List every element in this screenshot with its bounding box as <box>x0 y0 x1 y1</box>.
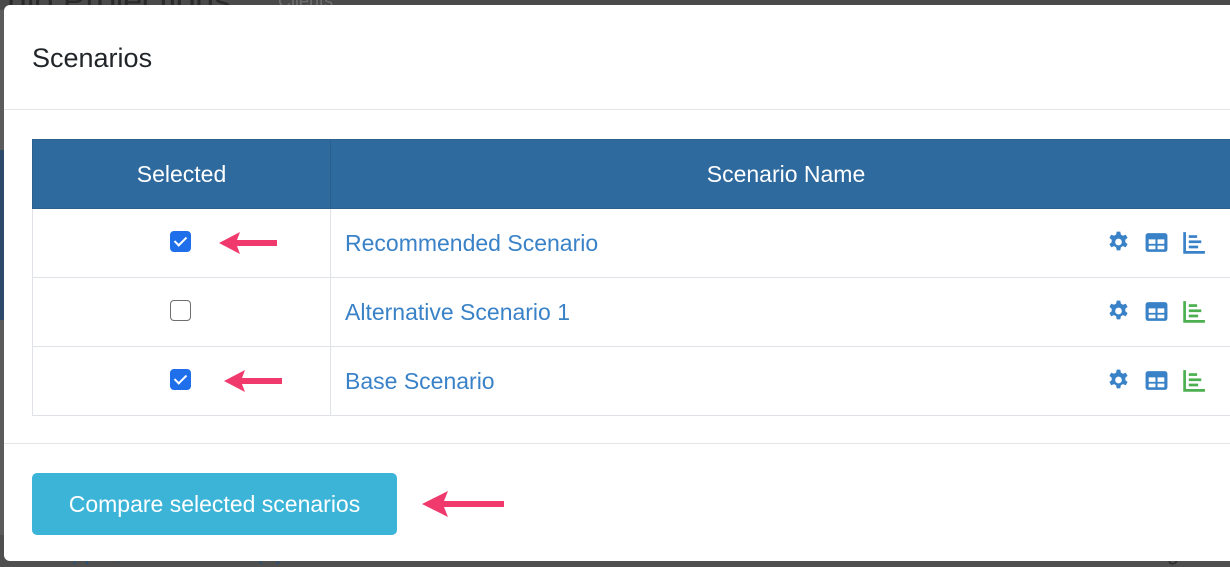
table-icon[interactable] <box>1144 230 1169 255</box>
table-row: Recommended Scenario <box>32 208 1230 278</box>
table-icon[interactable] <box>1144 299 1169 324</box>
annotation-arrow-icon <box>422 491 504 517</box>
gear-icon[interactable] <box>1106 368 1131 393</box>
row-actions <box>1106 230 1207 256</box>
compare-selected-scenarios-button[interactable]: Compare selected scenarios <box>32 473 397 535</box>
scenario-name-cell: Recommended Scenario <box>330 208 1230 278</box>
scenario-name-cell: Alternative Scenario 1 <box>330 277 1230 347</box>
table-icon[interactable] <box>1144 368 1169 393</box>
scenario-name-link[interactable]: Recommended Scenario <box>345 230 598 257</box>
scenario-name-link[interactable]: Base Scenario <box>345 368 495 395</box>
scenario-select-checkbox[interactable] <box>170 369 191 390</box>
modal-header: Scenarios <box>4 5 1230 110</box>
table-row: Alternative Scenario 1 <box>32 277 1230 347</box>
scenario-select-checkbox[interactable] <box>170 300 191 321</box>
scenarios-table-container: Selected Scenario Name Recommended Scena… <box>32 139 1230 416</box>
chart-icon[interactable] <box>1182 230 1207 255</box>
header-scenario-name: Scenario Name <box>330 139 1230 209</box>
table-row: Base Scenario <box>32 346 1230 416</box>
row-actions <box>1106 299 1207 325</box>
modal-footer: Compare selected scenarios <box>4 443 1230 562</box>
row-actions <box>1106 368 1207 394</box>
chart-icon[interactable] <box>1182 299 1207 324</box>
gear-icon[interactable] <box>1106 230 1131 255</box>
scenario-select-checkbox[interactable] <box>170 231 191 252</box>
scenarios-modal: Scenarios Selected Scenario Name Recomme… <box>4 5 1230 561</box>
annotation-arrow-icon <box>219 232 277 254</box>
gear-icon[interactable] <box>1106 299 1131 324</box>
scenario-name-link[interactable]: Alternative Scenario 1 <box>345 299 570 326</box>
selected-cell <box>32 208 331 278</box>
table-header-row: Selected Scenario Name <box>32 139 1230 209</box>
selected-cell <box>32 346 331 416</box>
modal-title: Scenarios <box>32 43 153 73</box>
annotation-arrow-icon <box>224 370 282 392</box>
header-selected: Selected <box>32 139 331 209</box>
chart-icon[interactable] <box>1182 368 1207 393</box>
scenarios-table: Selected Scenario Name Recommended Scena… <box>32 139 1230 416</box>
scenario-name-cell: Base Scenario <box>330 346 1230 416</box>
selected-cell <box>32 277 331 347</box>
